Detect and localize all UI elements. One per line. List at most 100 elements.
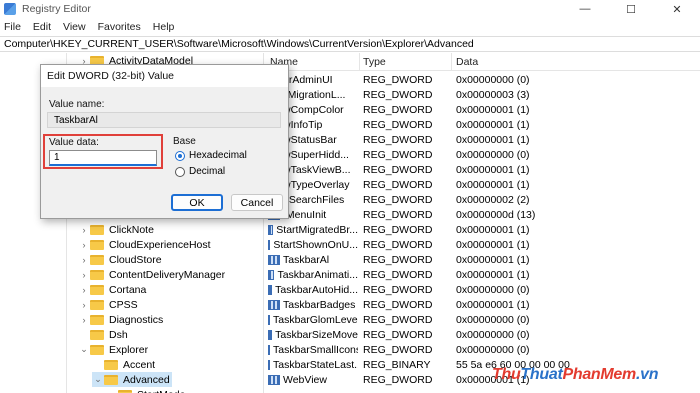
value-data-cell: 0x00000000 (0) (456, 329, 530, 341)
tree-item[interactable]: Dsh (78, 327, 128, 342)
folder-icon (90, 269, 104, 280)
column-divider[interactable] (451, 53, 452, 71)
value-type-cell: REG_DWORD (363, 344, 433, 356)
value-data-cell: 0x00000001 (1) (456, 104, 530, 116)
value-row[interactable]: StartMigratedBr... REG_DWORD 0x00000001 (1… (265, 223, 700, 238)
tree-item[interactable]: › CloudExperienceHost (78, 237, 211, 252)
value-row[interactable]: wStatusBar REG_DWORD 0x00000001 (1) (265, 133, 700, 148)
menu-help[interactable]: Help (153, 21, 175, 33)
menu-favorites[interactable]: Favorites (98, 21, 141, 33)
value-name-cell: TaskbarGlomLevel (268, 314, 358, 326)
tree-item[interactable]: › Cortana (78, 282, 147, 297)
column-data[interactable]: Data (456, 56, 478, 68)
tree-item-label: Diagnostics (109, 313, 164, 326)
dialog-title: Edit DWORD (32-bit) Value (41, 65, 288, 87)
binary-value-icon (268, 225, 274, 235)
value-row[interactable]: llMigrationL... REG_DWORD 0x00000003 (3) (265, 88, 700, 103)
value-type-cell: REG_DWORD (363, 164, 433, 176)
hexadecimal-option[interactable]: Hexadecimal (175, 150, 247, 161)
expand-chevron-icon[interactable]: › (78, 255, 90, 265)
decimal-option[interactable]: Decimal (175, 166, 225, 177)
cancel-button[interactable]: Cancel (231, 194, 283, 211)
value-name-cell: TaskbarSmallIcons (268, 344, 358, 356)
maximize-button[interactable]: ☐ (608, 0, 654, 18)
value-row[interactable]: TaskbarSmallIcons REG_DWORD 0x00000000 (0) (265, 343, 700, 358)
value-data-cell: 0x00000001 (1) (456, 164, 530, 176)
binary-value-icon (268, 255, 280, 265)
tree-item-label: Explorer (109, 343, 149, 356)
tree-item[interactable]: Accent (92, 357, 155, 372)
tree-item[interactable]: StartMode (106, 387, 185, 393)
value-data-label: Value data: (49, 137, 99, 148)
tree-item[interactable]: › ClickNote (78, 222, 154, 237)
value-row[interactable]: wSuperHidd... REG_DWORD 0x00000000 (0) (265, 148, 700, 163)
column-type[interactable]: Type (363, 56, 386, 68)
value-row[interactable]: TaskbarAl REG_DWORD 0x00000001 (1) (265, 253, 700, 268)
column-divider[interactable] (359, 53, 360, 71)
expand-chevron-icon[interactable]: ⌄ (78, 344, 90, 355)
value-row[interactable]: wInfoTip REG_DWORD 0x00000001 (1) (265, 118, 700, 133)
value-row[interactable]: TaskbarSizeMove REG_DWORD 0x00000000 (0) (265, 328, 700, 343)
value-type-cell: REG_DWORD (363, 329, 433, 341)
binary-value-icon (268, 375, 280, 385)
tree-item[interactable]: › CloudStore (78, 252, 162, 267)
value-row[interactable]: TaskbarAutoHid... REG_DWORD 0x00000000 (0) (265, 283, 700, 298)
hexadecimal-radio[interactable] (175, 150, 185, 161)
folder-icon (90, 284, 104, 295)
value-row[interactable]: tMenuInit REG_DWORD 0x0000000d (13) (265, 208, 700, 223)
ok-button[interactable]: OK (171, 194, 223, 211)
value-row[interactable]: TaskbarGlomLevel REG_DWORD 0x00000000 (0) (265, 313, 700, 328)
value-type-cell: REG_DWORD (363, 119, 433, 131)
tree-item[interactable]: › ContentDeliveryManager (78, 267, 226, 282)
minimize-button[interactable]: — (562, 0, 608, 18)
value-name-text: TaskbarStateLast... (273, 359, 358, 371)
base-label: Base (173, 136, 196, 147)
value-row[interactable]: TaskbarBadges REG_DWORD 0x00000001 (1) (265, 298, 700, 313)
tree-item-label: CPSS (109, 298, 138, 311)
menu-edit[interactable]: Edit (33, 21, 51, 33)
expand-chevron-icon[interactable]: › (78, 300, 90, 310)
value-name-text: TaskbarSmallIcons (273, 344, 358, 356)
menu-file[interactable]: File (4, 21, 21, 33)
value-row[interactable]: wCompColor REG_DWORD 0x00000001 (1) (265, 103, 700, 118)
expand-chevron-icon[interactable]: › (78, 270, 90, 280)
address-bar[interactable]: Computer\HKEY_CURRENT_USER\Software\Micr… (0, 36, 700, 52)
window-title: Registry Editor (22, 3, 91, 15)
value-row[interactable]: wTypeOverlay REG_DWORD 0x00000001 (1) (265, 178, 700, 193)
tree-item[interactable]: › Diagnostics (78, 312, 164, 327)
value-data-cell: 0x00000002 (2) (456, 194, 530, 206)
tree-item[interactable]: ⌄ Advanced (92, 372, 172, 387)
value-list[interactable]: Name Type Data erAdminUI REG_DWORD 0x00000… (265, 53, 700, 393)
value-name-label: Value name: (49, 99, 105, 110)
value-row[interactable]: TaskbarAnimati... REG_DWORD 0x00000001 (1) (265, 268, 700, 283)
expand-chevron-icon[interactable]: › (78, 225, 90, 235)
folder-icon (90, 314, 104, 325)
value-row[interactable]: erAdminUI REG_DWORD 0x00000000 (0) (265, 73, 700, 88)
value-type-cell: REG_DWORD (363, 314, 433, 326)
value-row[interactable]: StartShownOnU... REG_DWORD 0x00000001 (1) (265, 238, 700, 253)
expand-chevron-icon[interactable]: › (78, 285, 90, 295)
value-name-text: TaskbarGlomLevel (273, 314, 358, 326)
value-type-cell: REG_DWORD (363, 284, 433, 296)
tree-item[interactable]: ⌄ Explorer (78, 342, 148, 357)
value-name-text: TaskbarAl (283, 254, 330, 266)
tree-item-label: StartMode (137, 389, 185, 393)
value-type-cell: REG_DWORD (363, 254, 433, 266)
value-row[interactable]: _SearchFiles REG_DWORD 0x00000002 (2) (265, 193, 700, 208)
tree-item[interactable]: › CPSS (78, 297, 138, 312)
close-button[interactable]: ✕ (654, 0, 700, 18)
value-data-cell: 0x00000001 (1) (456, 269, 530, 281)
menu-view[interactable]: View (63, 21, 86, 33)
expand-chevron-icon[interactable]: ⌄ (92, 374, 104, 385)
value-row[interactable]: wTaskViewB... REG_DWORD 0x00000001 (1) (265, 163, 700, 178)
decimal-radio[interactable] (175, 166, 185, 177)
value-type-cell: REG_DWORD (363, 104, 433, 116)
expand-chevron-icon[interactable]: › (78, 240, 90, 250)
binary-value-icon (268, 270, 275, 280)
title-bar: Registry Editor — ☐ ✕ (0, 0, 700, 18)
expand-chevron-icon[interactable]: › (78, 315, 90, 325)
value-name-text: wTypeOverlay (283, 179, 350, 191)
folder-icon (90, 224, 104, 235)
value-data-input[interactable]: 1 (49, 150, 157, 166)
edit-dword-dialog: Edit DWORD (32-bit) Value Value name: Ta… (40, 64, 289, 219)
